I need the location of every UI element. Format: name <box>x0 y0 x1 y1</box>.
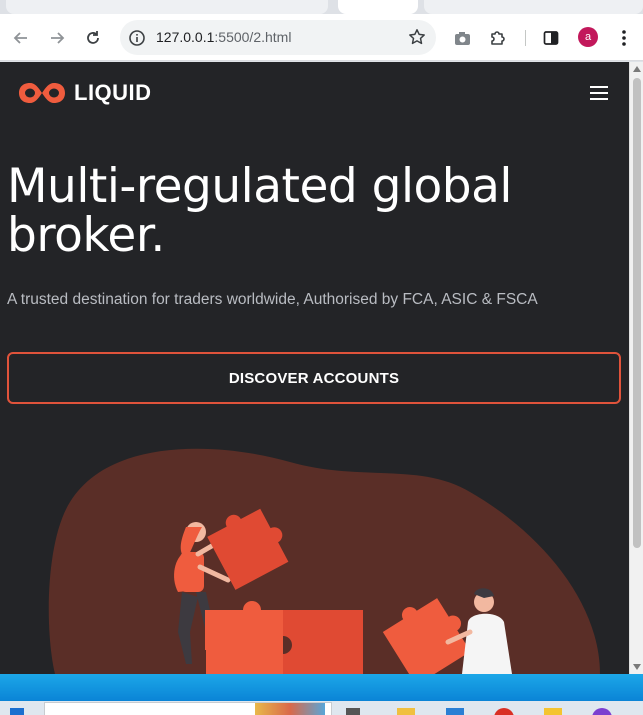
puzzle-illustration <box>48 448 601 674</box>
scrollbar-thumb[interactable] <box>633 78 641 548</box>
task-view-icon[interactable] <box>346 708 360 715</box>
taskbar-search-highlight <box>255 703 325 715</box>
info-icon[interactable] <box>128 29 146 47</box>
site-logo[interactable]: LIQUID <box>18 80 152 106</box>
profile-avatar[interactable]: a <box>578 27 598 47</box>
page-viewport: LIQUID Multi-regulated global broker. A … <box>0 62 629 674</box>
star-icon[interactable] <box>408 28 426 46</box>
hamburger-icon-line <box>590 92 608 94</box>
arrow-right-icon <box>51 32 65 44</box>
scroll-up-arrow-icon[interactable] <box>633 66 641 72</box>
side-panel-icon <box>543 31 559 45</box>
site-menu-button[interactable] <box>590 86 610 102</box>
file-explorer-icon[interactable] <box>397 708 415 715</box>
url-text[interactable]: 127.0.0.1:5500/2.html <box>156 29 291 45</box>
scroll-down-arrow-icon[interactable] <box>633 664 641 670</box>
camera-icon <box>454 31 470 45</box>
brand-name: LIQUID <box>74 80 152 105</box>
hamburger-icon <box>590 86 608 88</box>
side-panel-button[interactable] <box>536 23 566 53</box>
screenshot-button[interactable] <box>447 23 477 53</box>
puzzle-blocks <box>196 601 363 674</box>
desktop-accent-strip <box>0 674 643 701</box>
reload-icon <box>87 31 99 44</box>
os-taskbar <box>0 701 643 715</box>
browser-menu-button[interactable] <box>609 23 639 53</box>
kebab-menu-icon <box>622 30 626 46</box>
extensions-button[interactable] <box>483 23 513 53</box>
back-button[interactable] <box>6 23 36 53</box>
url-host: 127.0.0.1 <box>156 29 215 45</box>
arrow-left-icon <box>13 32 27 44</box>
page-scrollbar[interactable] <box>629 62 643 674</box>
toolbar-separator <box>525 30 526 46</box>
reload-button[interactable] <box>78 23 108 53</box>
forward-button[interactable] <box>42 23 72 53</box>
hero-subtitle: A trusted destination for traders worldw… <box>7 291 538 308</box>
browser-tab-active[interactable] <box>338 0 418 14</box>
hamburger-icon-line <box>590 98 608 100</box>
chrome-icon[interactable] <box>494 708 514 715</box>
start-button[interactable] <box>10 708 24 715</box>
url-path: :5500/2.html <box>214 29 292 45</box>
taskbar-app-icon[interactable] <box>592 708 612 715</box>
hero-title: Multi-regulated global broker. <box>7 159 513 263</box>
discover-accounts-button[interactable]: DISCOVER ACCOUNTS <box>7 352 621 404</box>
store-icon[interactable] <box>446 708 464 715</box>
browser-toolbar: 127.0.0.1:5500/2.html a <box>0 14 643 61</box>
site-header: LIQUID <box>0 62 629 126</box>
address-bar[interactable]: 127.0.0.1:5500/2.html <box>120 20 436 55</box>
taskbar-app-icon[interactable] <box>544 708 562 715</box>
infinity-logo-icon <box>19 83 65 103</box>
browser-tab[interactable] <box>424 0 643 14</box>
browser-tab[interactable] <box>6 0 328 14</box>
tab-strip <box>0 0 643 14</box>
puzzle-icon <box>491 31 505 45</box>
